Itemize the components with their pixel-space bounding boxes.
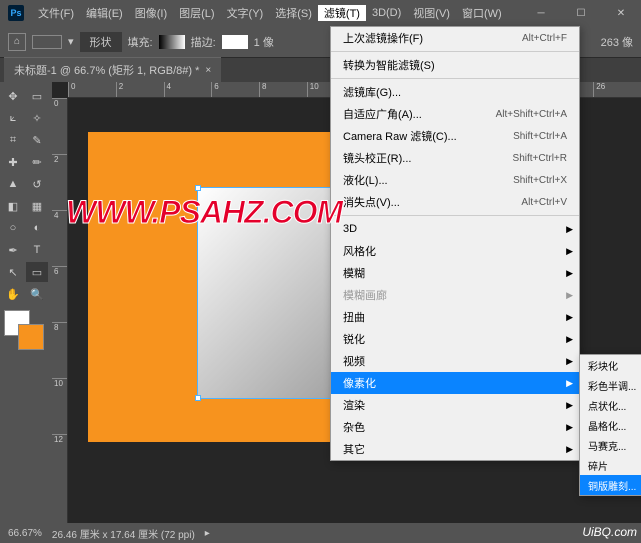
submenu-arrow-icon: ▶ <box>566 422 573 433</box>
submenu-arrow-icon: ▶ <box>566 246 573 257</box>
filter-item-13[interactable]: 锐化▶ <box>331 328 579 350</box>
filter-item-18[interactable]: 其它▶ <box>331 438 579 460</box>
menu-image[interactable]: 图像(I) <box>129 5 173 21</box>
filter-item-5[interactable]: 镜头校正(R)...Shift+Ctrl+R <box>331 147 579 169</box>
document-dims: 26.46 厘米 x 17.64 厘米 (72 ppi) <box>52 526 195 541</box>
filter-item-14[interactable]: 视频▶ <box>331 350 579 372</box>
tab-title: 未标题-1 @ 66.7% (矩形 1, RGB/8#) * <box>14 62 199 78</box>
blur-tool[interactable]: ○ <box>2 218 24 238</box>
stroke-label: 描边: <box>191 34 216 50</box>
menu-view[interactable]: 视图(V) <box>407 5 456 21</box>
document-tab[interactable]: 未标题-1 @ 66.7% (矩形 1, RGB/8#) * × <box>4 57 221 82</box>
menu-filter[interactable]: 滤镜(T) <box>318 5 366 21</box>
watermark: WWW.PSAHZ.COM <box>66 194 342 231</box>
filter-item-17[interactable]: 杂色▶ <box>331 416 579 438</box>
hand-tool[interactable]: ✋ <box>2 284 24 304</box>
dropdown-icon[interactable]: ▸ <box>205 528 210 539</box>
fill-label: 填充: <box>128 34 153 50</box>
filter-item-8[interactable]: 3D▶ <box>331 218 579 240</box>
filter-item-0[interactable]: 上次滤镜操作(F)Alt+Ctrl+F <box>331 27 579 49</box>
filter-item-16[interactable]: 渲染▶ <box>331 394 579 416</box>
healing-tool[interactable]: ✚ <box>2 152 24 172</box>
submenu-arrow-icon: ▶ <box>566 334 573 345</box>
move-tool[interactable]: ✥ <box>2 86 24 106</box>
pixelate-item-2[interactable]: 点状化... <box>580 395 641 415</box>
submenu-arrow-icon: ▶ <box>566 290 573 301</box>
pixelate-item-0[interactable]: 彩块化 <box>580 355 641 375</box>
pixelate-submenu: 彩块化彩色半调...点状化...晶格化...马赛克...碎片铜版雕刻... <box>579 354 641 496</box>
filter-item-6[interactable]: 液化(L)...Shift+Ctrl+X <box>331 169 579 191</box>
toolbox: ✥▭ ⟀✧ ⌗✎ ✚✏ ▲↺ ◧▦ ○◐ ✒T ↖▭ ✋🔍 <box>0 82 52 523</box>
stroke-width[interactable]: 1 像 <box>254 34 274 50</box>
menu-layer[interactable]: 图层(L) <box>173 5 220 21</box>
filter-item-9[interactable]: 风格化▶ <box>331 240 579 262</box>
crop-tool[interactable]: ⌗ <box>2 130 24 150</box>
filter-item-2[interactable]: 滤镜库(G)... <box>331 81 579 103</box>
watermark-2: UiBQ.com <box>582 525 637 539</box>
shape-preview[interactable] <box>32 35 62 49</box>
history-brush-tool[interactable]: ↺ <box>26 174 48 194</box>
submenu-arrow-icon: ▶ <box>566 400 573 411</box>
lasso-tool[interactable]: ⟀ <box>2 108 24 128</box>
gradient-tool[interactable]: ▦ <box>26 196 48 216</box>
status-bar: 66.67% 26.46 厘米 x 17.64 厘米 (72 ppi) ▸ <box>0 523 641 543</box>
pixelate-item-3[interactable]: 晶格化... <box>580 415 641 435</box>
pen-tool[interactable]: ✒ <box>2 240 24 260</box>
zoom-tool[interactable]: 🔍 <box>26 284 48 304</box>
home-icon[interactable]: ⌂ <box>8 33 26 51</box>
eraser-tool[interactable]: ◧ <box>2 196 24 216</box>
stamp-tool[interactable]: ▲ <box>2 174 24 194</box>
zoom-level[interactable]: 66.67% <box>8 528 42 539</box>
rectangle-tool[interactable]: ▭ <box>26 262 48 282</box>
close-tab-icon[interactable]: × <box>205 65 211 76</box>
filter-menu: 上次滤镜操作(F)Alt+Ctrl+F 转换为智能滤镜(S) 滤镜库(G)...自适… <box>330 26 580 461</box>
menu-3d[interactable]: 3D(D) <box>366 7 407 19</box>
fill-swatch[interactable] <box>159 35 185 49</box>
wand-tool[interactable]: ✧ <box>26 108 48 128</box>
type-tool[interactable]: T <box>26 240 48 260</box>
menu-window[interactable]: 窗口(W) <box>456 5 508 21</box>
shape-mode-select[interactable]: 形状 <box>80 32 122 52</box>
ruler-vertical: 024681012 <box>52 98 68 523</box>
pixelate-item-4[interactable]: 马赛克... <box>580 435 641 455</box>
menu-text[interactable]: 文字(Y) <box>221 5 270 21</box>
submenu-arrow-icon: ▶ <box>566 378 573 389</box>
filter-item-1[interactable]: 转换为智能滤镜(S) <box>331 54 579 76</box>
brush-tool[interactable]: ✏ <box>26 152 48 172</box>
path-tool[interactable]: ↖ <box>2 262 24 282</box>
filter-item-4[interactable]: Camera Raw 滤镜(C)...Shift+Ctrl+A <box>331 125 579 147</box>
stroke-swatch[interactable] <box>222 35 248 49</box>
submenu-arrow-icon: ▶ <box>566 268 573 279</box>
filter-item-7[interactable]: 消失点(V)...Alt+Ctrl+V <box>331 191 579 213</box>
eyedropper-tool[interactable]: ✎ <box>26 130 48 150</box>
submenu-arrow-icon: ▶ <box>566 356 573 367</box>
dodge-tool[interactable]: ◐ <box>26 218 48 238</box>
minimize-button[interactable]: ─ <box>521 0 561 26</box>
menu-file[interactable]: 文件(F) <box>32 5 80 21</box>
submenu-arrow-icon: ▶ <box>566 312 573 323</box>
filter-item-12[interactable]: 扭曲▶ <box>331 306 579 328</box>
handle-bl[interactable] <box>195 395 201 401</box>
submenu-arrow-icon: ▶ <box>566 224 573 235</box>
menu-select[interactable]: 选择(S) <box>269 5 318 21</box>
background-color[interactable] <box>18 324 44 350</box>
artboard-tool[interactable]: ▭ <box>26 86 48 106</box>
pixelate-item-1[interactable]: 彩色半调... <box>580 375 641 395</box>
close-button[interactable]: ✕ <box>601 0 641 26</box>
handle-tl[interactable] <box>195 185 201 191</box>
filter-item-10[interactable]: 模糊▶ <box>331 262 579 284</box>
menu-edit[interactable]: 编辑(E) <box>80 5 129 21</box>
pixelate-item-6[interactable]: 铜版雕刻... <box>580 475 641 495</box>
pixelate-item-5[interactable]: 碎片 <box>580 455 641 475</box>
filter-item-3[interactable]: 自适应广角(A)...Alt+Shift+Ctrl+A <box>331 103 579 125</box>
maximize-button[interactable]: ☐ <box>561 0 601 26</box>
app-logo: Ps <box>8 5 24 21</box>
filter-item-15[interactable]: 像素化▶ <box>331 372 579 394</box>
extra-value: 263 像 <box>601 34 633 50</box>
filter-item-11[interactable]: 模糊画廊▶ <box>331 284 579 306</box>
submenu-arrow-icon: ▶ <box>566 444 573 455</box>
dropdown-icon[interactable]: ▾ <box>68 35 74 48</box>
